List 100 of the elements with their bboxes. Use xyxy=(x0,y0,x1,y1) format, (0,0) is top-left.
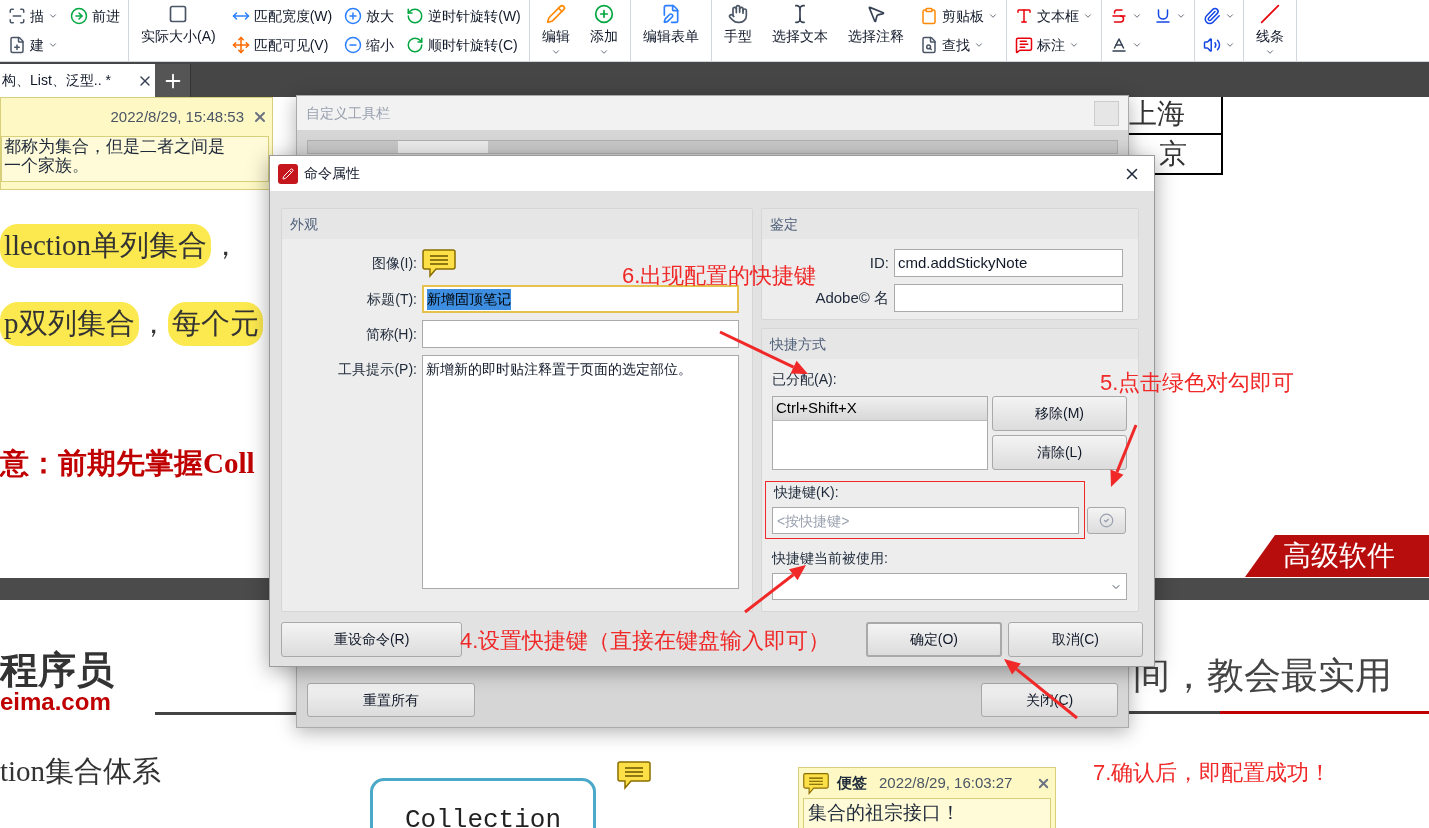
panel-heading: 快捷方式 xyxy=(762,329,1138,359)
check-icon xyxy=(1099,513,1114,528)
diagram-node: Collection xyxy=(370,778,596,828)
toolbar-button[interactable]: 匹配可见(V) xyxy=(231,33,333,57)
toolbar-button[interactable]: 匹配宽度(W) xyxy=(231,4,333,28)
sticky-note-icon xyxy=(617,760,651,790)
caret-icon xyxy=(598,47,609,57)
body-text: p双列集合 xyxy=(0,302,139,346)
toolbar-button[interactable]: 添加 xyxy=(585,4,622,57)
toolbar-button[interactable]: 建 xyxy=(8,33,58,57)
file-plus-icon xyxy=(8,36,26,54)
side-button[interactable]: 移除(M) xyxy=(992,396,1127,431)
field-label: 快捷键(K): xyxy=(772,483,840,502)
caret-icon xyxy=(1264,47,1275,57)
toolbar-button[interactable]: 描 xyxy=(8,4,58,28)
new-tab-button[interactable] xyxy=(155,64,191,97)
annotation-arrow xyxy=(744,565,806,614)
note-title: 便签 xyxy=(837,772,867,793)
field-label: 简称(H): xyxy=(364,325,418,344)
field-label: 已分配(A): xyxy=(772,370,837,389)
input-field[interactable] xyxy=(422,320,739,348)
page-icon xyxy=(168,4,189,24)
toolbar-button[interactable]: 逆时针旋转(W) xyxy=(406,4,521,28)
note-text: 集合的祖宗接口！ xyxy=(803,798,1051,828)
caret-icon xyxy=(1082,11,1093,21)
logo-site: eima.com xyxy=(0,688,111,717)
paperclip-icon xyxy=(1202,7,1221,25)
note-timestamp: 2022/8/29, 16:03:27 xyxy=(879,772,1013,793)
toolbar-button[interactable]: 顺时针旋转(C) xyxy=(406,33,521,57)
underline-text-icon xyxy=(1109,36,1128,54)
document-tab[interactable]: 构、List、泛型.. * xyxy=(0,64,155,97)
toolbar-button[interactable]: 标注 xyxy=(1014,33,1093,57)
input-field[interactable] xyxy=(894,284,1123,312)
pencil-icon xyxy=(545,4,566,24)
body-text: llection单列集合 xyxy=(0,224,211,268)
panel-heading: 鉴定 xyxy=(762,209,1138,239)
caret-icon xyxy=(1224,40,1235,50)
text-area[interactable]: 新增新的即时贴注释置于页面的选定部位。 xyxy=(422,355,739,589)
zoom-out-icon xyxy=(344,36,363,54)
speaker-icon xyxy=(1202,36,1221,54)
caret-icon xyxy=(987,11,998,21)
dialog-title: 自定义工具栏 xyxy=(306,103,390,123)
caret-icon xyxy=(1068,40,1079,50)
dropdown-field[interactable] xyxy=(772,573,1127,600)
annotation-text: 4.设置快捷键（直接在键盘输入即可） xyxy=(460,627,831,655)
toolbar-button[interactable]: 剪贴板 xyxy=(919,4,998,28)
replace-text-icon xyxy=(1153,7,1172,25)
toolbar-button[interactable]: 选择注释 xyxy=(843,4,908,57)
caret-icon xyxy=(1131,40,1142,50)
section-heading: tion集合体系 xyxy=(0,754,162,789)
body-text: 每个元 xyxy=(167,302,263,346)
clipboard-icon xyxy=(919,7,938,25)
dialog-title: 命令属性 xyxy=(304,164,360,183)
zoom-in-icon xyxy=(344,7,363,25)
toolbar-button[interactable]: 文本框 xyxy=(1014,4,1093,28)
list-item[interactable]: Ctrl+Shift+X xyxy=(773,397,987,421)
caret-icon xyxy=(1224,11,1235,21)
app-logo-icon xyxy=(278,163,298,184)
toolbar-button[interactable]: 线条 xyxy=(1251,4,1288,57)
field-label: Adobe© 名 xyxy=(814,287,890,308)
toolbar-button[interactable]: 查找 xyxy=(919,33,998,57)
annotation-text: 5.点击绿色对勾即可 xyxy=(1100,369,1295,397)
hand-icon xyxy=(727,4,748,24)
caret-icon xyxy=(1175,11,1186,21)
input-field[interactable]: cmd.addStickyNote xyxy=(894,249,1123,277)
annotation-arrow xyxy=(1110,424,1138,487)
toolbar-button[interactable]: 编辑表单 xyxy=(638,4,703,57)
banner-corner xyxy=(1245,535,1275,577)
input-field[interactable]: 新增固顶笔记 xyxy=(422,285,739,313)
rotate-left-icon xyxy=(406,7,425,25)
dialog-button[interactable]: 确定(O) xyxy=(866,622,1002,657)
caret-icon xyxy=(550,47,561,57)
toolbar-button[interactable]: 手型 xyxy=(719,4,756,57)
side-button[interactable]: 清除(L) xyxy=(992,435,1127,470)
toolbar-button[interactable]: 前进 xyxy=(70,4,120,28)
caret-icon xyxy=(973,40,984,50)
note-timestamp: 2022/8/29, 15:48:53 xyxy=(110,106,244,127)
find-icon xyxy=(919,36,938,54)
toolbar-button[interactable]: 选择文本 xyxy=(767,4,832,57)
arrow-right-icon xyxy=(70,7,88,25)
caret-icon xyxy=(48,11,58,21)
scan-icon xyxy=(8,7,26,25)
field-label: ID: xyxy=(868,252,890,273)
toolbar-button[interactable]: 放大 xyxy=(344,4,395,28)
note-text: 都称为集合，但是二者之间是 一个家族。 xyxy=(1,136,269,182)
shortcut-input[interactable]: <按快捷键> xyxy=(772,507,1079,534)
sticky-note-icon xyxy=(422,248,456,278)
line-icon xyxy=(1259,4,1280,24)
fit-page-icon xyxy=(231,36,250,54)
dialog-button[interactable]: 重置所有 xyxy=(307,683,475,717)
toolbar-button[interactable]: 实际大小(A) xyxy=(137,4,220,57)
toolbar-button[interactable]: 缩小 xyxy=(344,33,395,57)
field-label: 标题(T): xyxy=(366,290,418,309)
strikethrough-icon xyxy=(1109,7,1128,25)
panel-heading: 外观 xyxy=(282,209,752,239)
body-text: ， xyxy=(211,228,240,264)
rotate-right-icon xyxy=(406,36,425,54)
toolbar-button[interactable]: 编辑 xyxy=(537,4,574,57)
sticky-note-icon xyxy=(803,771,829,795)
dialog-button[interactable]: 取消(C) xyxy=(1007,622,1143,657)
